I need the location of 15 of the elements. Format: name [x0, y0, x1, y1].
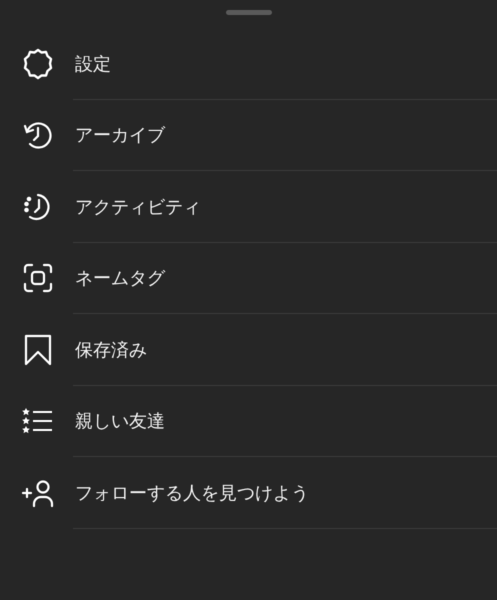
menu-label: アクティビティ [75, 196, 201, 219]
menu-label: フォローする人を見つけよう [75, 482, 309, 505]
menu-label: 設定 [75, 52, 111, 76]
menu-label: 親しい友達 [75, 410, 165, 434]
menu-label: 保存済み [75, 338, 147, 362]
menu-item[interactable]: ネームタグ [0, 242, 497, 314]
menu-label: アーカイブ [75, 124, 165, 148]
menu-label: ネームタグ [75, 267, 165, 290]
menu-item[interactable]: 親しい友達 [0, 386, 497, 457]
menu-item[interactable]: 保存済み [0, 314, 497, 386]
menu-item[interactable]: フォローする人を見つけよう [0, 457, 497, 528]
menu-item[interactable]: 設定 [0, 28, 497, 100]
menu-item[interactable]: アーカイブ [0, 100, 497, 171]
drag-handle[interactable] [226, 10, 272, 15]
menu-item[interactable]: アクティビティ [0, 171, 497, 242]
